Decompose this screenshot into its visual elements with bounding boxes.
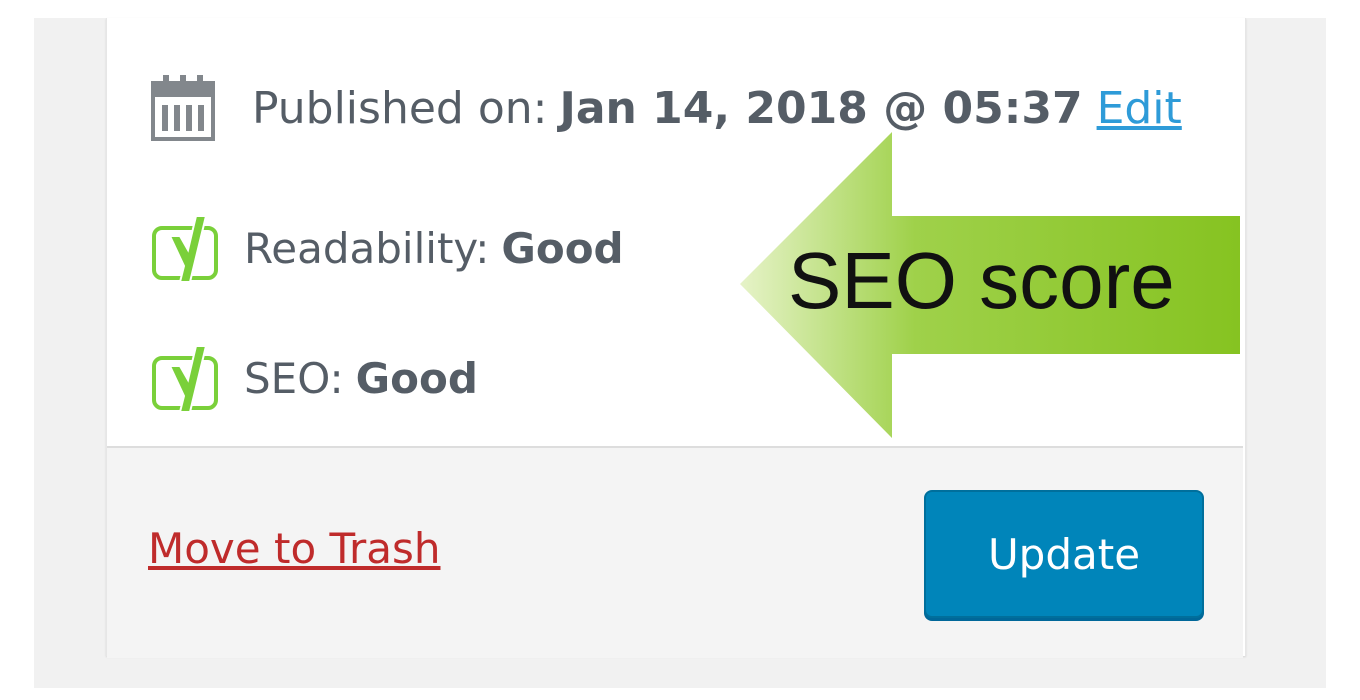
seo-row: SEO: Good	[150, 340, 478, 416]
edit-publish-date-link[interactable]: Edit	[1097, 83, 1182, 134]
seo-label: SEO:	[244, 353, 344, 403]
move-to-trash-link[interactable]: Move to Trash	[148, 524, 440, 573]
seo-value: Good	[355, 353, 478, 403]
readability-label: Readability:	[244, 223, 490, 273]
yoast-readability-icon	[152, 215, 218, 283]
readability-value: Good	[501, 223, 624, 273]
update-button[interactable]: Update	[924, 490, 1204, 618]
yoast-seo-icon	[152, 345, 218, 413]
seo-score-callout-label: SEO score	[788, 236, 1175, 325]
calendar-icon	[151, 75, 215, 141]
published-on-date: Jan 14, 2018 @ 05:37	[559, 82, 1083, 134]
readability-row: Readability: Good	[150, 210, 624, 286]
published-on-label: Published on:	[252, 82, 548, 134]
